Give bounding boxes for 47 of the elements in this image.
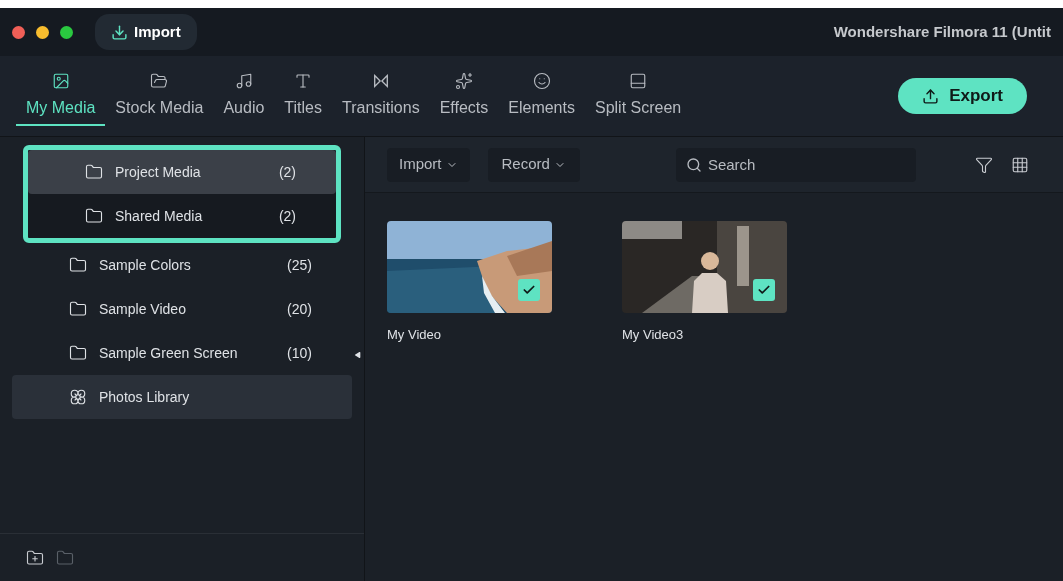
video-name: My Video3 xyxy=(622,326,685,344)
sparkle-icon xyxy=(454,72,473,90)
tab[interactable]: Split Screen xyxy=(584,66,692,126)
record-dropdown[interactable]: Record xyxy=(487,147,580,182)
sidebar-item[interactable]: Sample Colors (25) xyxy=(12,243,352,287)
video-name: My Video xyxy=(387,326,442,344)
tab[interactable]: Stock Media xyxy=(105,66,214,126)
folder-icon xyxy=(85,163,103,181)
folder-icon xyxy=(85,207,103,225)
sidebar-item[interactable]: Sample Green Screen (10) xyxy=(12,331,352,375)
import-button[interactable]: Import xyxy=(95,14,197,50)
grid-icon[interactable] xyxy=(1011,155,1029,174)
tab[interactable]: My Media xyxy=(16,66,106,126)
image-icon xyxy=(51,72,70,90)
export-icon xyxy=(922,87,940,105)
tab[interactable]: Transitions xyxy=(331,66,430,126)
folder-icon xyxy=(69,344,87,362)
music-icon xyxy=(234,72,253,90)
new-folder-icon[interactable] xyxy=(26,548,44,567)
tab[interactable]: Audio xyxy=(213,66,275,126)
text-icon xyxy=(294,72,313,90)
folder-icon xyxy=(69,256,87,274)
sidebar-item[interactable]: Project Media (2) xyxy=(28,150,336,194)
smiley-icon xyxy=(532,72,551,90)
tab[interactable]: Effects xyxy=(429,66,499,126)
export-button[interactable]: Export xyxy=(898,78,1027,114)
window-title: Wondershare Filmora 11 (Untit xyxy=(833,21,1051,42)
bowtie-icon xyxy=(371,72,390,90)
close-button[interactable] xyxy=(12,25,25,39)
search-icon xyxy=(685,156,702,173)
folder-icon xyxy=(150,72,169,90)
sidebar-item[interactable]: Photos Library xyxy=(12,375,352,419)
tab[interactable]: Elements xyxy=(498,66,585,126)
import-dropdown[interactable]: Import xyxy=(387,147,470,182)
split-screen-icon xyxy=(629,72,648,90)
sidebar-item[interactable]: Sample Video (20) xyxy=(12,287,352,331)
tab[interactable]: Titles xyxy=(274,66,332,126)
sidebar-item[interactable]: Shared Media (2) xyxy=(28,194,336,238)
import-icon xyxy=(111,23,128,41)
folder-icon xyxy=(69,300,87,318)
collapse-arrow-icon[interactable] xyxy=(354,351,362,359)
search-field[interactable]: Search xyxy=(675,147,916,182)
zoom-button[interactable] xyxy=(60,25,73,39)
folder-icon[interactable] xyxy=(56,548,74,567)
filter-icon[interactable] xyxy=(975,155,993,174)
minimize-button[interactable] xyxy=(36,25,49,39)
flower-icon xyxy=(69,388,87,406)
